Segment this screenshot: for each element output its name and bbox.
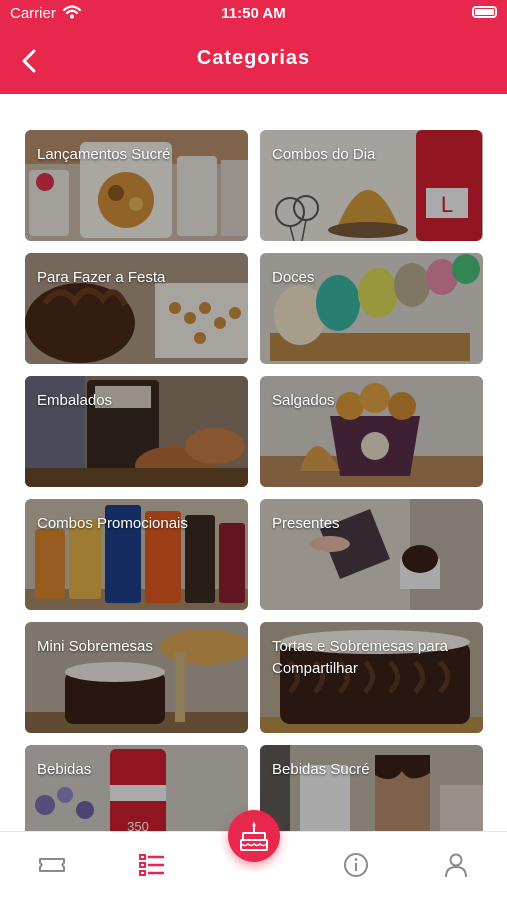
category-card-combos-promocionais[interactable]: Combos Promocionais: [25, 499, 248, 610]
tab-bar: [0, 810, 507, 901]
category-card-mini-sobremesas[interactable]: Mini Sobremesas: [25, 622, 248, 733]
tab-birthday[interactable]: [228, 810, 280, 862]
tab-info[interactable]: [341, 850, 371, 880]
info-icon: [344, 853, 368, 877]
category-card-tortas-e-sobremesas[interactable]: Tortas e Sobremesas para Compartilhar: [260, 622, 483, 733]
category-label: Mini Sobremesas: [37, 638, 153, 655]
ticket-icon: [39, 858, 65, 872]
category-label: Bebidas Sucré: [272, 761, 370, 778]
category-label: Doces: [272, 269, 315, 286]
category-card-embalados[interactable]: Embalados: [25, 376, 248, 487]
list-icon: [139, 854, 164, 876]
card-overlay: [25, 745, 248, 831]
category-list[interactable]: Lançamentos Sucré L Combos do Dia Para F…: [0, 94, 507, 831]
category-label: Combos Promocionais: [37, 515, 188, 532]
category-label: Para Fazer a Festa: [37, 269, 166, 286]
category-label: Salgados: [272, 392, 335, 409]
category-label: Bebidas: [37, 761, 92, 778]
category-label: Lançamentos Sucré: [37, 146, 171, 163]
category-card-bebidas[interactable]: 350 Bebidas: [25, 745, 248, 831]
category-card-salgados[interactable]: Salgados: [260, 376, 483, 487]
tab-tickets[interactable]: [37, 850, 67, 880]
category-card-combos-do-dia[interactable]: L Combos do Dia: [260, 130, 483, 241]
category-card-presentes[interactable]: Presentes: [260, 499, 483, 610]
category-label: Tortas e Sobremesas para Compartilhar: [272, 638, 448, 677]
category-label: Combos do Dia: [272, 146, 376, 163]
battery-icon: [472, 6, 497, 18]
user-icon: [445, 853, 467, 878]
category-card-lancamentos-sucre[interactable]: Lançamentos Sucré: [25, 130, 248, 241]
status-time: 11:50 AM: [221, 5, 286, 22]
category-card-bebidas-sucre[interactable]: Bebidas Sucré: [260, 745, 483, 831]
birthday-cake-icon: [240, 822, 268, 851]
category-card-doces[interactable]: Doces: [260, 253, 483, 364]
status-bar: Carrier 11:50 AM: [0, 0, 507, 28]
card-overlay: [260, 745, 483, 831]
category-card-para-fazer-a-festa[interactable]: Para Fazer a Festa: [25, 253, 248, 364]
category-label: Presentes: [272, 515, 340, 532]
tab-categories[interactable]: [137, 850, 167, 880]
navigation-bar: Categorias: [0, 28, 507, 94]
category-label: Embalados: [37, 392, 113, 409]
page-title: Categorias: [196, 47, 311, 69]
tab-profile[interactable]: [441, 850, 471, 880]
